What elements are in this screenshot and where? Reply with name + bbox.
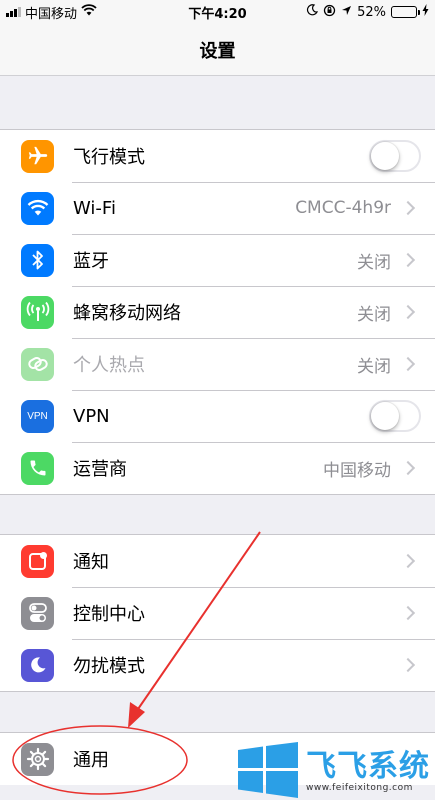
setting-label: 蓝牙 [73, 251, 109, 272]
chevron-right-icon [400, 553, 416, 569]
setting-label: 通知 [73, 552, 109, 573]
vpn-toggle[interactable] [369, 400, 421, 432]
location-icon [341, 5, 352, 20]
setting-label: 飞行模式 [73, 147, 145, 168]
setting-value: 中国移动 [323, 460, 391, 481]
chevron-right-icon [400, 304, 416, 320]
setting-value: 关闭 [357, 252, 391, 273]
watermark-title: 飞飞系统 [306, 749, 430, 784]
bluetooth-icon [21, 243, 54, 277]
charging-icon [422, 4, 429, 20]
settings-row-wifi[interactable]: Wi-Fi CMCC-4h9r [0, 182, 435, 234]
antenna-icon [21, 295, 54, 329]
settings-row-carrier[interactable]: 运营商 中国移动 [0, 442, 435, 494]
connectivity-settings-group: 飞行模式 Wi-Fi CMCC-4h9r 蓝牙 关闭 蜂窝移动网络 关闭 个人热… [0, 129, 435, 495]
chevron-right-icon [400, 460, 416, 476]
status-bar: 中国移动 下午4:20 52% [0, 0, 435, 24]
gear-icon [21, 742, 54, 776]
setting-label: VPN [73, 405, 110, 427]
settings-row-control-center[interactable]: 控制中心 [0, 587, 435, 639]
airplane-icon [21, 139, 54, 173]
setting-label: 个人热点 [73, 355, 145, 376]
settings-row-notifications[interactable]: 通知 [0, 535, 435, 587]
chevron-right-icon [400, 252, 416, 268]
settings-row-bluetooth[interactable]: 蓝牙 关闭 [0, 234, 435, 286]
signal-strength-icon [6, 7, 21, 17]
moon-icon [21, 648, 54, 682]
chain-link-icon [21, 347, 54, 381]
rotation-lock-icon [323, 4, 336, 21]
setting-label: Wi-Fi [73, 197, 116, 219]
annotation-arrowhead [128, 702, 145, 728]
settings-row-airplane-mode[interactable]: 飞行模式 [0, 130, 435, 182]
battery-percent: 52% [357, 4, 386, 20]
moon-status-icon [306, 4, 319, 20]
setting-label: 蜂窝移动网络 [73, 303, 181, 324]
chevron-right-icon [400, 657, 416, 673]
control-center-icon [21, 596, 54, 630]
system-settings-group: 通知 控制中心 勿扰模式 [0, 534, 435, 692]
setting-label: 勿扰模式 [73, 656, 145, 677]
navigation-bar: 设置 [0, 24, 435, 76]
site-watermark: 飞飞系统 www.feifeixitong.com [238, 742, 430, 800]
vpn-icon: VPN [21, 399, 54, 433]
battery-icon [391, 6, 420, 18]
notifications-icon [21, 544, 54, 578]
setting-value: CMCC-4h9r [295, 198, 391, 218]
setting-value: 关闭 [357, 356, 391, 377]
settings-row-vpn[interactable]: VPN VPN [0, 390, 435, 442]
settings-row-personal-hotspot[interactable]: 个人热点 关闭 [0, 338, 435, 390]
wifi-icon [21, 191, 54, 225]
setting-value: 关闭 [357, 304, 391, 325]
airplane-mode-toggle[interactable] [369, 140, 421, 172]
settings-row-do-not-disturb[interactable]: 勿扰模式 [0, 639, 435, 691]
setting-label: 控制中心 [73, 604, 145, 625]
chevron-right-icon [400, 605, 416, 621]
page-title: 设置 [199, 40, 236, 62]
vpn-icon-text: VPN [27, 410, 48, 422]
windows-logo-icon [238, 742, 298, 800]
chevron-right-icon [400, 200, 416, 216]
wifi-status-icon [81, 4, 97, 20]
carrier-name: 中国移动 [25, 6, 78, 22]
setting-label: 运营商 [73, 459, 127, 480]
phone-icon [21, 451, 54, 485]
watermark-url: www.feifeixitong.com [306, 783, 413, 793]
chevron-right-icon [400, 356, 416, 372]
settings-row-cellular[interactable]: 蜂窝移动网络 关闭 [0, 286, 435, 338]
